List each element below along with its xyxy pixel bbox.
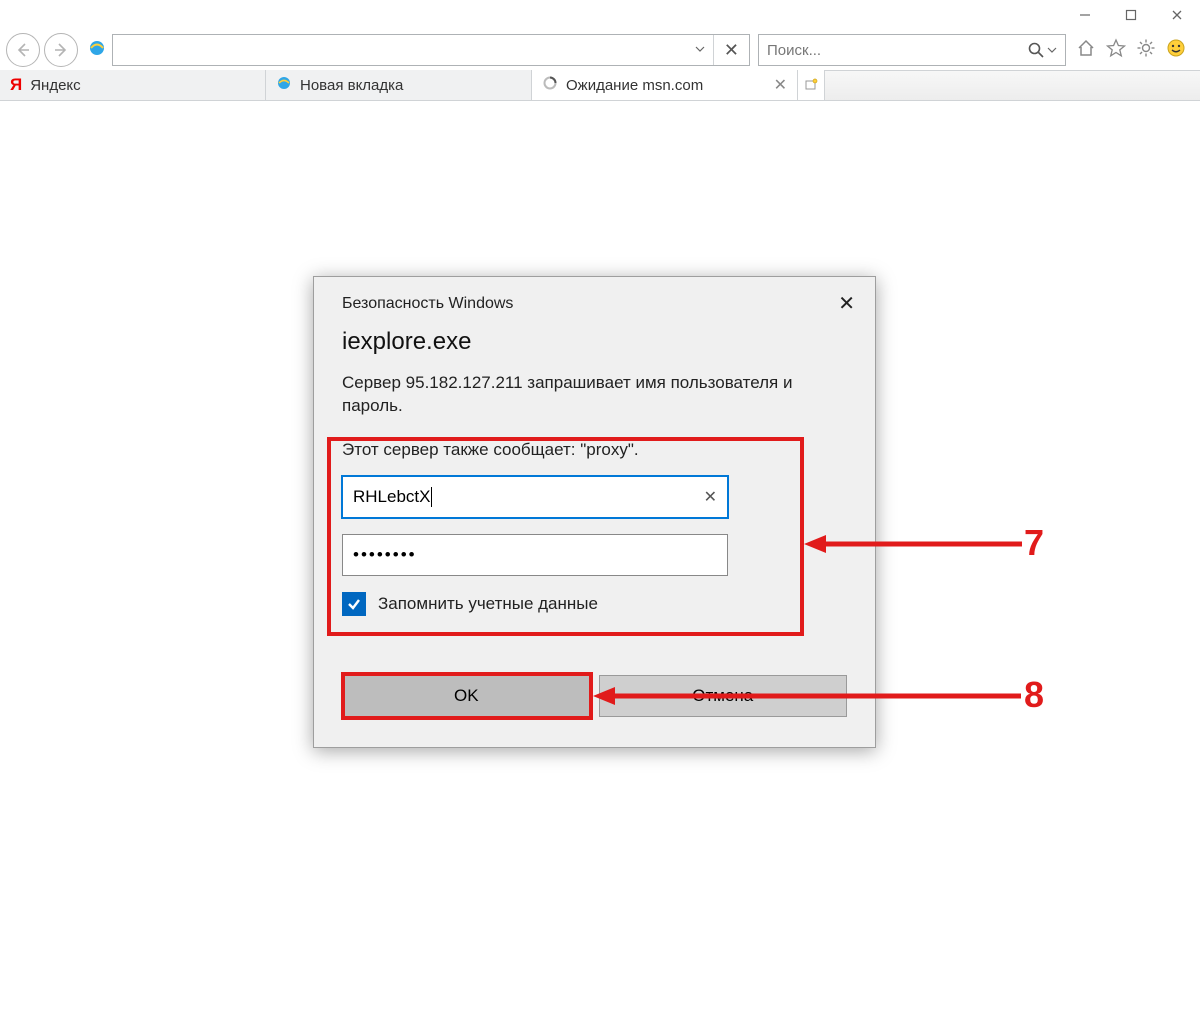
tab-label: Яндекс — [30, 77, 80, 94]
checkmark-icon — [346, 596, 362, 612]
tab-new[interactable]: Новая вкладка — [266, 70, 532, 100]
gear-icon — [1136, 38, 1156, 58]
address-bar[interactable]: ✕ — [112, 34, 750, 66]
close-icon — [1171, 9, 1183, 21]
star-icon — [1106, 38, 1126, 58]
search-bar[interactable]: Поиск... — [758, 34, 1066, 66]
search-placeholder: Поиск... — [767, 42, 1027, 59]
tab-close-button[interactable]: ✕ — [774, 75, 787, 95]
text-caret — [431, 487, 432, 507]
cancel-button[interactable]: Отмена — [599, 675, 848, 717]
spinner-icon — [542, 75, 558, 95]
tab-label: Новая вкладка — [300, 77, 403, 94]
smiley-icon — [1166, 38, 1186, 58]
back-button[interactable] — [6, 33, 40, 67]
dialog-app-name: iexplore.exe — [342, 328, 875, 356]
tab-label: Ожидание msn.com — [566, 77, 703, 94]
new-tab-icon — [804, 78, 818, 92]
tabstrip-spacer — [825, 70, 1200, 100]
credentials-dialog: Безопасность Windows ✕ iexplore.exe Серв… — [313, 276, 876, 748]
home-icon — [1076, 38, 1096, 58]
chevron-down-icon — [695, 44, 705, 54]
arrow-right-icon — [53, 42, 69, 58]
favorites-button[interactable] — [1106, 38, 1126, 63]
password-field[interactable]: •••••••• — [342, 534, 728, 576]
annotation-label-8: 8 — [1024, 674, 1044, 716]
remember-checkbox[interactable] — [342, 592, 366, 616]
remember-label: Запомнить учетные данные — [378, 594, 598, 614]
yandex-icon: Я — [10, 75, 22, 95]
tools-button[interactable] — [1136, 38, 1156, 63]
new-tab-button[interactable] — [798, 70, 825, 100]
forward-button[interactable] — [44, 33, 78, 67]
username-value: RHLebctX — [353, 487, 430, 507]
smiley-button[interactable] — [1166, 38, 1186, 63]
search-icon — [1027, 41, 1045, 59]
maximize-icon — [1125, 9, 1137, 21]
address-dropdown-icon[interactable] — [687, 41, 713, 59]
window-maximize-button[interactable] — [1108, 0, 1154, 30]
arrow-left-icon — [15, 42, 31, 58]
clear-input-button[interactable]: ✕ — [704, 487, 717, 507]
dialog-close-button[interactable]: ✕ — [828, 291, 865, 316]
dialog-realm: Этот сервер также сообщает: "proxy". — [342, 440, 847, 460]
window-close-button[interactable] — [1154, 0, 1200, 30]
tab-yandex[interactable]: Я Яндекс — [0, 70, 266, 100]
password-mask: •••••••• — [353, 545, 417, 565]
dialog-description: Сервер 95.182.127.211 запрашивает имя по… — [342, 372, 847, 418]
annotation-label-7: 7 — [1024, 522, 1044, 564]
ie-logo-icon — [276, 75, 292, 95]
tab-msn[interactable]: Ожидание msn.com ✕ — [532, 70, 798, 100]
minimize-icon — [1079, 9, 1091, 21]
ie-logo-icon — [88, 39, 106, 62]
dialog-title: Безопасность Windows — [342, 295, 513, 313]
cancel-label: Отмена — [692, 686, 753, 706]
window-minimize-button[interactable] — [1062, 0, 1108, 30]
stop-loading-button[interactable]: ✕ — [713, 35, 749, 65]
ok-button[interactable]: OK — [342, 675, 591, 717]
ok-label: OK — [454, 686, 479, 706]
username-field[interactable]: RHLebctX ✕ — [342, 476, 728, 518]
search-button[interactable] — [1027, 41, 1057, 59]
chevron-down-icon — [1047, 45, 1057, 55]
home-button[interactable] — [1076, 38, 1096, 63]
